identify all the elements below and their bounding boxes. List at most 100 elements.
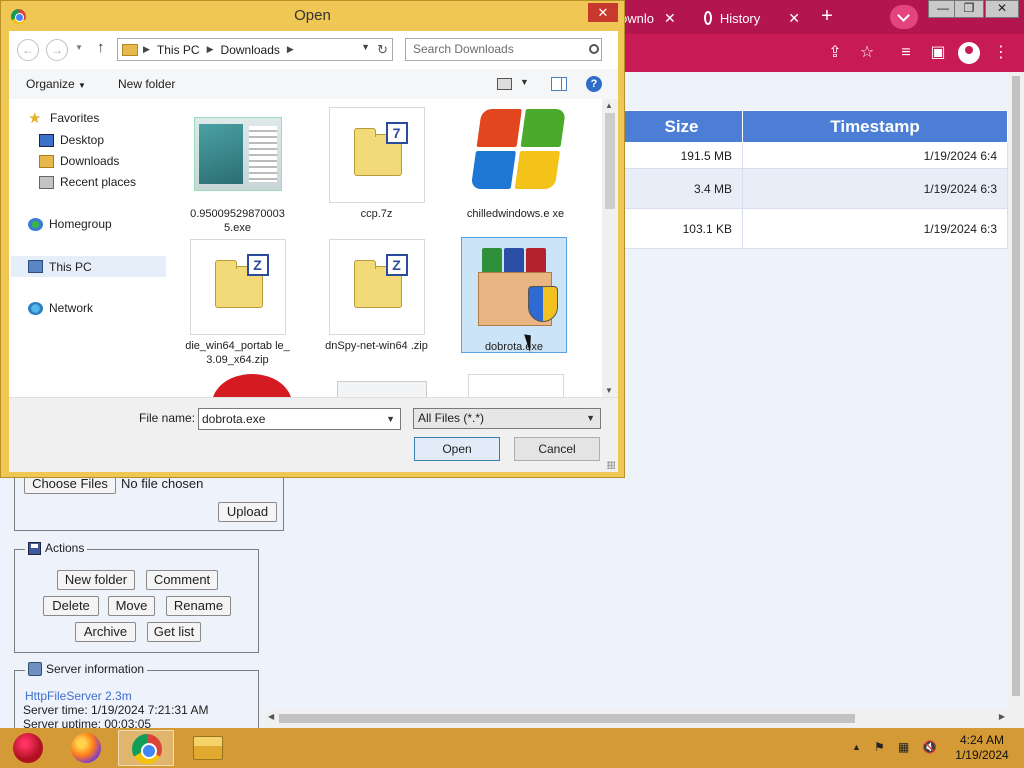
nav-item-this-pc[interactable]: This PC bbox=[11, 256, 166, 277]
address-bar[interactable]: ▶ This PC ▶ Downloads ▶ ▼ ↻ bbox=[117, 38, 393, 61]
cancel-button[interactable]: Cancel bbox=[514, 437, 600, 461]
file-item[interactable] bbox=[185, 374, 292, 397]
file-item[interactable]: 0.95009529870003 5.exe bbox=[185, 107, 290, 235]
dialog-title: Open bbox=[294, 7, 331, 24]
tab-downloads[interactable]: ownlo ✕ bbox=[620, 4, 692, 32]
view-options-chevron-icon[interactable]: ▼ bbox=[520, 77, 529, 87]
organize-menu-button[interactable]: Organize ▼ bbox=[26, 77, 86, 91]
taskbar-app-ornament[interactable] bbox=[0, 730, 56, 766]
scroll-left-icon[interactable]: ◀ bbox=[268, 712, 274, 721]
file-name: ccp.7z bbox=[360, 208, 393, 220]
breadcrumb-separator-icon[interactable]: ▶ bbox=[207, 44, 214, 55]
search-icon[interactable] bbox=[589, 44, 599, 54]
rename-button[interactable]: Rename bbox=[166, 596, 231, 616]
archive-button[interactable]: Archive bbox=[75, 622, 136, 642]
open-button[interactable]: Open bbox=[414, 437, 500, 461]
actions-title-text: Actions bbox=[45, 541, 85, 555]
size-column-header[interactable]: Size bbox=[620, 110, 743, 143]
ornament-app-icon bbox=[13, 733, 43, 763]
nav-label: Network bbox=[49, 301, 94, 315]
side-panel-icon[interactable]: ▣ bbox=[927, 42, 949, 64]
tab-close-icon[interactable]: ✕ bbox=[664, 10, 676, 27]
file-item[interactable]: chilledwindows.e xe bbox=[463, 107, 568, 221]
scroll-down-icon[interactable]: ▼ bbox=[605, 386, 613, 395]
profile-avatar-icon[interactable] bbox=[958, 42, 980, 64]
recent-locations-chevron-icon[interactable]: ▼ bbox=[75, 43, 83, 52]
file-item[interactable] bbox=[324, 381, 429, 397]
dialog-body: ← → ▼ ↑ ▶ This PC ▶ Downloads ▶ ▼ ↻ Sear… bbox=[9, 31, 618, 472]
nav-item-desktop[interactable]: Desktop bbox=[39, 133, 104, 147]
new-folder-command[interactable]: New folder bbox=[118, 77, 175, 91]
network-status-icon[interactable]: ▦ bbox=[898, 740, 909, 754]
chrome-menu-icon[interactable]: ⋮ bbox=[990, 42, 1012, 64]
file-item[interactable]: 7 ccp.7z bbox=[324, 107, 429, 221]
file-item[interactable]: Z die_win64_portab le_3.09_x64.zip bbox=[185, 239, 290, 367]
refresh-icon[interactable]: ↻ bbox=[377, 42, 388, 58]
scroll-up-icon[interactable]: ▲ bbox=[605, 101, 613, 110]
new-tab-button[interactable]: + bbox=[814, 5, 840, 29]
dialog-close-button[interactable]: ✕ bbox=[588, 3, 618, 22]
scrollbar-thumb[interactable] bbox=[605, 113, 615, 209]
move-button[interactable]: Move bbox=[108, 596, 155, 616]
breadcrumb-downloads[interactable]: Downloads bbox=[221, 43, 280, 57]
media-controls-icon[interactable]: ≡ bbox=[895, 42, 917, 64]
tab-close-icon[interactable]: ✕ bbox=[788, 10, 800, 27]
file-name-input[interactable]: dobrota.exe ▼ bbox=[198, 408, 401, 430]
dialog-footer: File name: dobrota.exe ▼ All Files (*.*)… bbox=[9, 397, 618, 472]
hfs-version-link[interactable]: HttpFileServer 2.3m bbox=[25, 689, 132, 703]
tab-label: History bbox=[719, 10, 761, 26]
system-clock[interactable]: 4:24 AM 1/19/2024 bbox=[952, 733, 1012, 763]
file-item-selected[interactable]: dobrota.exe bbox=[461, 237, 567, 353]
window-close-button[interactable] bbox=[985, 0, 1019, 18]
breadcrumb-separator-icon[interactable]: ▶ bbox=[143, 44, 150, 55]
help-icon[interactable]: ? bbox=[586, 76, 602, 92]
homegroup-icon bbox=[28, 217, 43, 231]
nav-item-downloads[interactable]: Downloads bbox=[39, 154, 119, 168]
new-folder-button[interactable]: New folder bbox=[57, 570, 135, 590]
comment-button[interactable]: Comment bbox=[146, 570, 218, 590]
share-icon[interactable]: ⇪ bbox=[824, 42, 846, 64]
windows-logo-icon bbox=[468, 107, 566, 203]
scrollbar-thumb[interactable] bbox=[279, 714, 855, 723]
page-horizontal-scrollbar[interactable]: ◀ ▶ bbox=[265, 710, 1008, 728]
tab-history[interactable]: History ✕ bbox=[700, 4, 800, 32]
chevron-down-icon[interactable]: ▼ bbox=[586, 409, 595, 428]
taskbar: ▲ ⚑ ▦ 🔇 4:24 AM 1/19/2024 bbox=[0, 728, 1024, 768]
breadcrumb-separator-icon[interactable]: ▶ bbox=[287, 44, 294, 55]
file-list-scrollbar[interactable]: ▲ ▼ bbox=[602, 99, 618, 397]
scrollbar-thumb[interactable] bbox=[1012, 76, 1020, 696]
timestamp-column-header[interactable]: Timestamp bbox=[742, 110, 1008, 143]
taskbar-app-firefox[interactable] bbox=[58, 730, 114, 766]
taskbar-app-chrome[interactable] bbox=[118, 730, 174, 766]
taskbar-app-explorer[interactable] bbox=[180, 730, 236, 766]
file-item[interactable]: Z dnSpy-net-win64 .zip bbox=[324, 239, 429, 353]
page-vertical-scrollbar[interactable] bbox=[1008, 72, 1024, 728]
nav-item-favorites[interactable]: ★ Favorites bbox=[28, 111, 99, 126]
show-hidden-icons-icon[interactable]: ▲ bbox=[852, 742, 861, 752]
volume-muted-icon[interactable]: 🔇 bbox=[922, 740, 937, 754]
resize-grip-icon[interactable] bbox=[607, 461, 615, 469]
delete-button[interactable]: Delete bbox=[43, 596, 99, 616]
nav-item-recent-places[interactable]: Recent places bbox=[39, 175, 136, 189]
nav-item-homegroup[interactable]: Homegroup bbox=[28, 217, 112, 231]
scroll-right-icon[interactable]: ▶ bbox=[999, 712, 1005, 721]
change-view-icon[interactable] bbox=[497, 78, 512, 90]
chevron-down-icon[interactable]: ▼ bbox=[386, 409, 395, 429]
nav-item-network[interactable]: Network bbox=[28, 301, 93, 315]
search-downloads-input[interactable]: Search Downloads bbox=[405, 38, 602, 61]
address-dropdown-icon[interactable]: ▼ bbox=[361, 42, 370, 52]
network-icon bbox=[28, 301, 43, 315]
breadcrumb-this-pc[interactable]: This PC bbox=[157, 43, 200, 57]
file-item[interactable] bbox=[463, 374, 568, 397]
restore-button[interactable] bbox=[954, 0, 984, 18]
action-center-flag-icon[interactable]: ⚑ bbox=[874, 740, 885, 754]
bookmark-star-icon[interactable]: ☆ bbox=[856, 42, 878, 64]
get-list-button[interactable]: Get list bbox=[147, 622, 201, 642]
up-arrow-icon[interactable]: ↑ bbox=[97, 39, 105, 56]
upload-button[interactable]: Upload bbox=[218, 502, 277, 522]
preview-pane-icon[interactable] bbox=[551, 77, 567, 91]
tab-search-button[interactable] bbox=[890, 5, 918, 29]
back-arrow-icon[interactable]: ← bbox=[17, 39, 39, 61]
forward-arrow-icon[interactable]: → bbox=[46, 39, 68, 61]
file-type-select[interactable]: All Files (*.*) ▼ bbox=[413, 408, 601, 429]
